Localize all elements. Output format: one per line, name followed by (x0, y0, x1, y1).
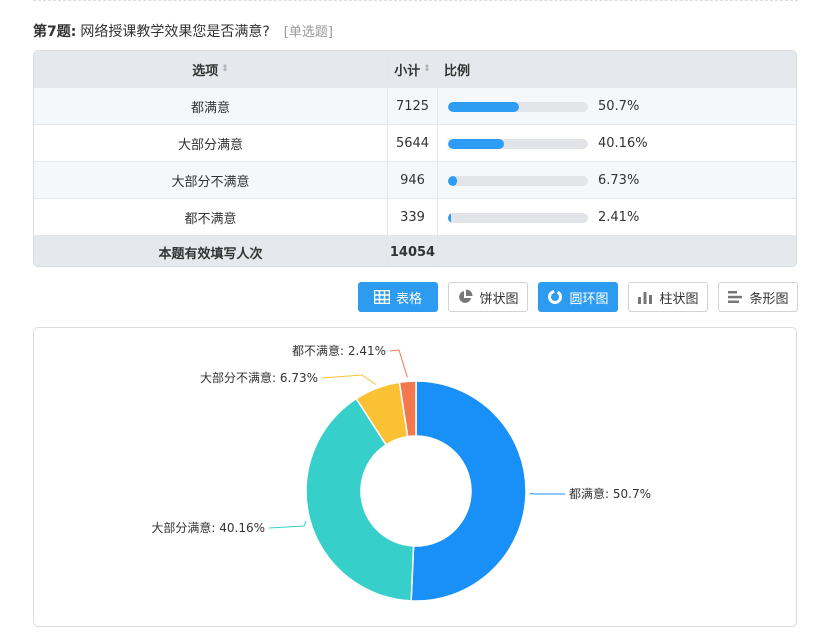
percent-text: 40.16% (598, 135, 648, 151)
table-footer-row: 本题有效填写人次 14054 (34, 235, 796, 266)
slice-very-satisfied[interactable] (410, 380, 527, 602)
chart-panel: 都满意: 50.7% 大部分满意: 40.16% 大部分不满意: 6.73% 都不满意… (33, 327, 797, 627)
question-title: 第7题: 网络授课教学效果您是否满意? [单选题] (33, 20, 333, 44)
table-icon (373, 290, 390, 304)
donut-chart: 都满意: 50.7% 大部分满意: 40.16% 大部分不满意: 6.73% 都不满意… (151, 343, 651, 602)
donut-chart-icon (548, 290, 563, 304)
table-header-row: 选项 ⇕ 小计 ⇕ 比例 (34, 51, 796, 87)
option-cell: 都不满意 (34, 199, 388, 235)
horizontal-bar-icon (728, 291, 743, 303)
table-row: 都满意 7125 50.7% (34, 87, 796, 124)
label-mostly-unsatisfied: 大部分不满意: 6.73% (200, 370, 318, 385)
count-cell: 946 (388, 162, 438, 198)
question-number: 第7题: (33, 24, 77, 40)
progress-fill (448, 102, 519, 112)
donut-chart-button[interactable]: 圆环图 (538, 282, 618, 312)
ratio-cell: 6.73% (438, 162, 796, 198)
top-divider (33, 0, 798, 1)
label-very-satisfied: 都满意: 50.7% (569, 486, 651, 501)
progress-fill (448, 139, 505, 149)
leader-line (321, 374, 376, 385)
header-ratio: 比例 (444, 63, 471, 79)
footer-label: 本题有效填写人次 (34, 236, 388, 266)
bar-chart-icon (638, 292, 653, 304)
count-cell: 339 (388, 199, 438, 235)
progress-bar (448, 176, 588, 186)
table-row: 都不满意 339 2.41% (34, 198, 796, 235)
sort-icon: ⇕ (221, 64, 229, 74)
pie-chart-icon (459, 289, 473, 303)
percent-text: 50.7% (598, 98, 640, 114)
table-row: 大部分不满意 946 6.73% (34, 161, 796, 198)
percent-text: 6.73% (598, 172, 640, 188)
ratio-cell: 40.16% (438, 125, 796, 161)
progress-bar (448, 213, 588, 223)
percent-text: 2.41% (598, 209, 640, 225)
count-cell: 7125 (388, 88, 438, 124)
question-text: 网络授课教学效果您是否满意? (80, 24, 270, 40)
ratio-cell: 2.41% (438, 199, 796, 235)
progress-fill (448, 213, 452, 223)
horizontal-bar-chart-button[interactable]: 条形图 (718, 282, 798, 312)
ratio-cell: 50.7% (438, 88, 796, 124)
option-cell: 大部分不满意 (34, 162, 388, 198)
option-cell: 大部分满意 (34, 125, 388, 161)
pie-chart-button[interactable]: 饼状图 (448, 282, 528, 312)
count-cell: 5644 (388, 125, 438, 161)
footer-total: 14054 (388, 236, 438, 266)
header-count[interactable]: 小计 ⇕ (388, 51, 438, 87)
leader-line (389, 349, 408, 378)
header-option[interactable]: 选项 ⇕ (34, 51, 388, 87)
table-view-button[interactable]: 表格 (358, 282, 438, 312)
label-mostly-satisfied: 大部分满意: 40.16% (151, 520, 265, 535)
sort-icon: ⇕ (423, 64, 431, 74)
table-row: 大部分满意 5644 40.16% (34, 124, 796, 161)
progress-fill (448, 176, 458, 186)
results-table: 选项 ⇕ 小计 ⇕ 比例 都满意 7125 50.7% 大部分满意 5644 40.… (33, 50, 797, 267)
label-unsatisfied: 都不满意: 2.41% (292, 343, 386, 358)
progress-bar (448, 102, 588, 112)
question-type: [单选题] (283, 25, 333, 40)
progress-bar (448, 139, 588, 149)
leader-line (268, 520, 307, 529)
bar-chart-button[interactable]: 柱状图 (628, 282, 708, 312)
option-cell: 都满意 (34, 88, 388, 124)
